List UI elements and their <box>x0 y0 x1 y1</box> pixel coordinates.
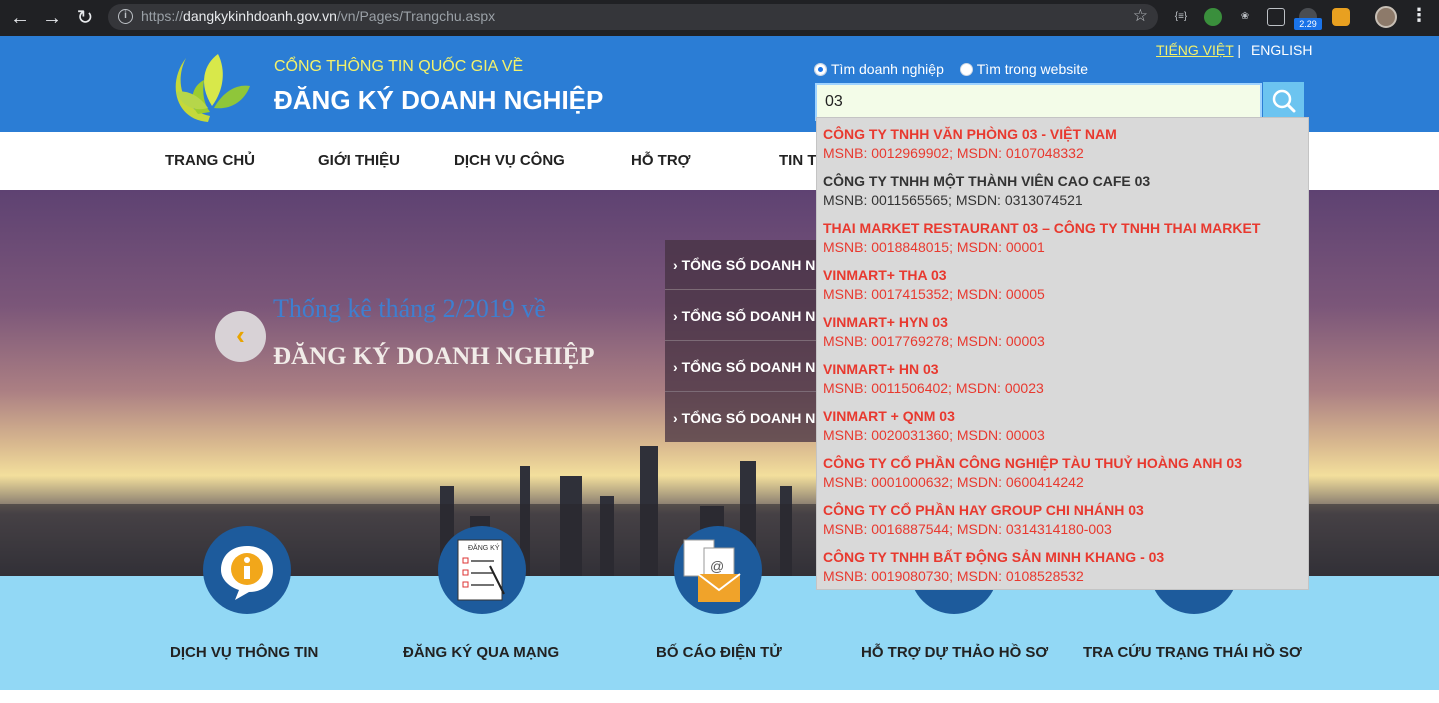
language-switcher: TIẾNG VIỆT | ENGLISH <box>1156 42 1312 58</box>
address-url[interactable]: https://dangkykinhdoanh.gov.vn/vn/Pages/… <box>141 8 495 24</box>
search-input[interactable]: 03 <box>815 83 1262 121</box>
autocomplete-item[interactable]: THAI MARKET RESTAURANT 03 – CÔNG TY TNHH… <box>823 219 1303 256</box>
stat-item[interactable]: › TỔNG SỐ DOANH N <box>665 393 825 443</box>
autocomplete-item[interactable]: CÔNG TY TNHH VĂN PHÒNG 03 - VIỆT NAM MSNB… <box>823 125 1303 162</box>
banner-headline-2: ĐĂNG KÝ DOANH NGHIỆP <box>273 343 595 370</box>
extension-icon[interactable]: ❀ <box>1236 8 1254 26</box>
radio-search-company-label[interactable]: Tìm doanh nghiệp <box>831 61 944 77</box>
radio-search-website-label[interactable]: Tìm trong website <box>977 61 1088 77</box>
search-mode-group: Tìm doanh nghiệp Tìm trong website <box>814 61 1088 77</box>
lang-vietnamese-link[interactable]: TIẾNG VIỆT <box>1156 42 1234 58</box>
chevron-right-icon: › <box>673 257 682 273</box>
info-service-icon[interactable] <box>203 526 291 614</box>
evernote-extension-icon[interactable] <box>1204 8 1222 26</box>
autocomplete-item[interactable]: CÔNG TY TNHH BẤT ĐỘNG SẢN MINH KHANG - 0… <box>823 548 1303 585</box>
service-label-draft-support[interactable]: HỖ TRỢ DỰ THẢO HỒ SƠ <box>861 644 1048 661</box>
forward-arrow-icon[interactable]: → <box>38 4 66 32</box>
stats-panel: › TỔNG SỐ DOANH N › TỔNG SỐ DOANH N › TỔ… <box>665 240 825 442</box>
chevron-right-icon: › <box>673 359 682 375</box>
nav-item-public-services[interactable]: DỊCH VỤ CÔNG <box>454 152 565 169</box>
form-icon-label: ĐĂNG KÝ <box>468 543 500 552</box>
site-info-icon[interactable]: i <box>118 9 133 24</box>
service-label-e-notice[interactable]: BỐ CÁO ĐIỆN TỬ <box>656 644 782 661</box>
carousel-prev-button[interactable]: ‹ <box>215 311 266 362</box>
chevron-right-icon: › <box>673 308 682 324</box>
chevron-left-icon: ‹ <box>236 320 245 350</box>
browser-menu-icon[interactable]: ⋮ <box>1410 5 1428 26</box>
services-strip: ĐĂNG KÝ @ DỊCH VỤ THÔNG TIN ĐĂNG KÝ QUA … <box>0 526 1439 690</box>
autocomplete-dropdown: CÔNG TY TNHH VĂN PHÒNG 03 - VIỆT NAM MSNB… <box>816 117 1309 590</box>
stat-item[interactable]: › TỔNG SỐ DOANH N <box>665 342 825 392</box>
json-extension-icon[interactable]: {≡} <box>1172 8 1190 26</box>
site-title[interactable]: ĐĂNG KÝ DOANH NGHIỆP <box>274 85 603 116</box>
site-subtitle: CỔNG THÔNG TIN QUỐC GIA VỀ <box>274 58 524 75</box>
address-bar[interactable]: i https://dangkykinhdoanh.gov.vn/vn/Page… <box>108 4 1158 30</box>
nav-item-about[interactable]: GIỚI THIỆU <box>318 152 400 169</box>
autocomplete-item[interactable]: VINMART+ HN 03 MSNB: 0011506402; MSDN: 00… <box>823 360 1303 397</box>
autocomplete-item[interactable]: CÔNG TY TNHH MỘT THÀNH VIÊN CAO CAFE 03 M… <box>823 172 1303 209</box>
service-label-online-registration[interactable]: ĐĂNG KÝ QUA MẠNG <box>403 644 559 661</box>
online-registration-service-icon[interactable]: ĐĂNG KÝ <box>438 526 526 614</box>
e-notice-service-icon[interactable]: @ <box>674 526 762 614</box>
stat-item[interactable]: › TỔNG SỐ DOANH N <box>665 291 825 341</box>
cube-extension-icon[interactable] <box>1267 8 1285 26</box>
service-label-info[interactable]: DỊCH VỤ THÔNG TIN <box>170 644 318 661</box>
autocomplete-item[interactable]: CÔNG TY CỔ PHẦN HAY GROUP CHI NHÁNH 03 MS… <box>823 501 1303 538</box>
reload-icon[interactable]: ↻ <box>71 4 99 32</box>
search-icon <box>1272 89 1296 113</box>
autocomplete-item[interactable]: CÔNG TY CỔ PHẦN CÔNG NGHIỆP TÀU THUỶ HOÀ… <box>823 454 1303 491</box>
radio-search-website[interactable] <box>959 63 973 76</box>
footer-strip <box>0 690 1439 703</box>
banner-headline: Thống kê tháng 2/2019 về <box>273 294 546 323</box>
chevron-right-icon: › <box>673 410 682 426</box>
svg-text:@: @ <box>710 558 724 574</box>
browser-toolbar: ← → ↻ i https://dangkykinhdoanh.gov.vn/v… <box>0 0 1439 36</box>
page: ← → ↻ i https://dangkykinhdoanh.gov.vn/v… <box>0 0 1439 703</box>
service-label-status-lookup[interactable]: TRA CỨU TRẠNG THÁI HỒ SƠ <box>1083 644 1302 661</box>
autocomplete-item[interactable]: VINMART+ THA 03 MSNB: 0017415352; MSDN: 0… <box>823 266 1303 303</box>
autocomplete-item[interactable]: VINMART+ HYN 03 MSNB: 0017769278; MSDN: 0… <box>823 313 1303 350</box>
search-button[interactable] <box>1263 82 1304 120</box>
nav-item-support[interactable]: HỖ TRỢ <box>631 152 690 169</box>
lang-english-link[interactable]: ENGLISH <box>1251 42 1312 58</box>
nav-item-home[interactable]: TRANG CHỦ <box>165 152 255 169</box>
lang-separator: | <box>1233 42 1245 58</box>
mail-extension-icon[interactable] <box>1332 8 1350 26</box>
stat-item[interactable]: › TỔNG SỐ DOANH N <box>665 240 825 290</box>
nav-item-news[interactable]: TIN T <box>779 152 817 169</box>
extension-badge: 2.29 <box>1294 18 1322 30</box>
site-logo-icon[interactable] <box>168 44 254 126</box>
autocomplete-item[interactable]: VINMART + QNM 03 MSNB: 0020031360; MSDN: … <box>823 407 1303 444</box>
radio-search-company[interactable] <box>814 63 827 76</box>
form-checklist-icon: ĐĂNG KÝ <box>457 539 505 601</box>
bookmark-star-icon[interactable]: ☆ <box>1133 6 1148 26</box>
email-envelope-icon: @ <box>683 539 741 602</box>
back-arrow-icon[interactable]: ← <box>6 4 34 32</box>
info-bubble-icon <box>221 546 273 600</box>
profile-avatar[interactable] <box>1375 6 1397 28</box>
